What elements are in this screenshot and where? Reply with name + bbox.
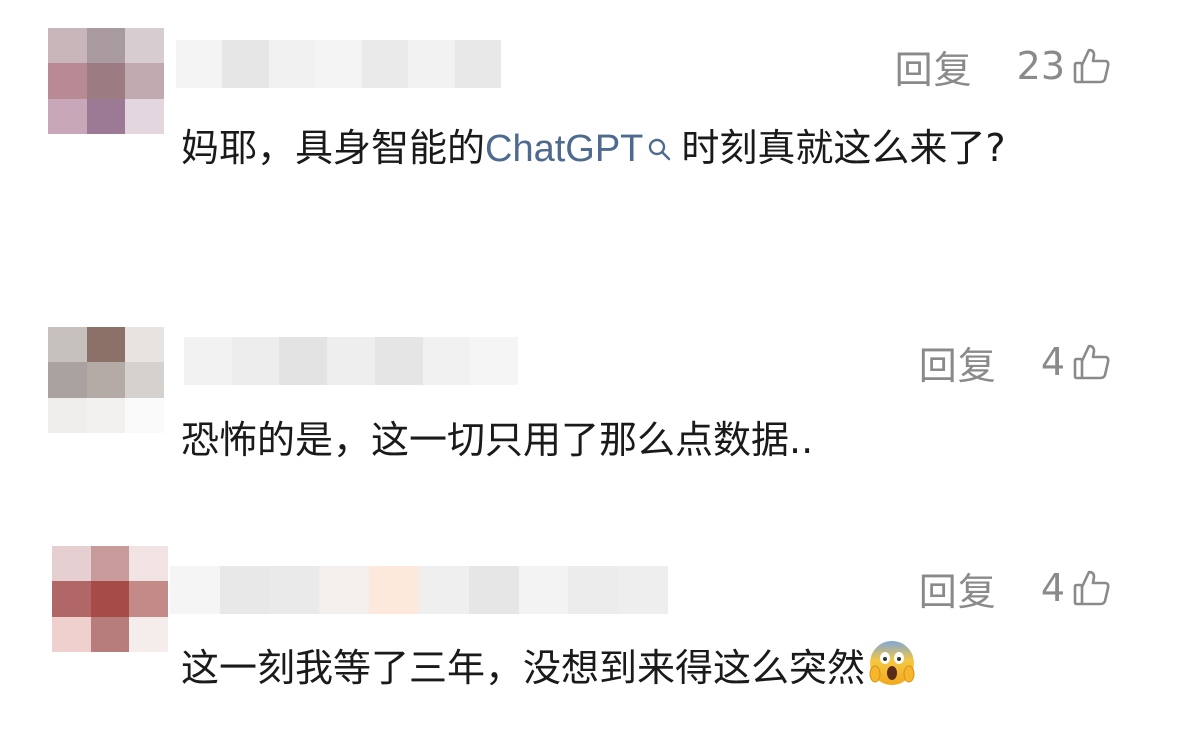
like-count: 4	[1040, 340, 1065, 384]
reply-button[interactable]: 回复	[919, 335, 997, 390]
comment-actions: 回复 23	[895, 42, 1113, 92]
like-count: 4	[1040, 566, 1065, 610]
comment-text: 妈耶，具身智能的ChatGPT 时刻真就这么来了?	[181, 120, 1099, 178]
chatgpt-link[interactable]: ChatGPT	[485, 128, 643, 170]
reply-button[interactable]: 回复	[919, 561, 997, 616]
thumbs-up-icon[interactable]	[1071, 341, 1113, 383]
reply-button[interactable]: 回复	[895, 39, 973, 94]
comment-actions: 回复 4	[919, 338, 1113, 388]
avatar[interactable]	[48, 327, 164, 433]
avatar[interactable]	[48, 28, 164, 134]
screaming-face-icon	[867, 638, 917, 703]
comment-text: 恐怖的是，这一切只用了那么点数据..	[181, 418, 814, 462]
avatar[interactable]	[52, 546, 168, 652]
comment-actions: 回复 4	[919, 564, 1113, 614]
username-blurred[interactable]	[170, 566, 668, 614]
search-icon[interactable]	[647, 122, 673, 178]
thumbs-up-icon[interactable]	[1071, 45, 1113, 87]
like-count: 23	[1016, 44, 1065, 88]
comment-text: 这一刻我等了三年，没想到来得这么突然	[181, 638, 1099, 703]
username-blurred[interactable]	[184, 337, 518, 385]
thumbs-up-icon[interactable]	[1071, 567, 1113, 609]
username-blurred[interactable]	[176, 40, 501, 88]
